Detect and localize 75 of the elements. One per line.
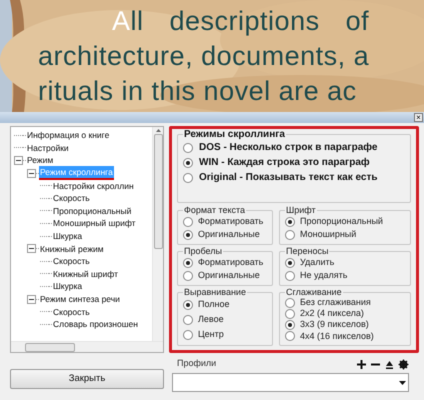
profiles-label: Профили <box>177 357 216 370</box>
radio-button[interactable] <box>285 320 295 330</box>
radio-button[interactable] <box>183 230 193 240</box>
group-title: Шрифт <box>285 205 317 215</box>
option-label: 4x4 (16 пикселов) <box>300 330 374 343</box>
radio-button[interactable] <box>285 258 295 268</box>
group-title: Выравнивание <box>183 287 247 297</box>
radio-button[interactable] <box>183 314 193 324</box>
vertical-scrollbar[interactable] <box>152 127 163 341</box>
option-label: DOS - Несколько строк в параграфе <box>199 141 378 155</box>
tree-item[interactable]: Шкурка <box>52 230 84 242</box>
option-label: Оригинальные <box>198 268 260 282</box>
option-label: Центр <box>198 328 224 341</box>
horizontal-scrollbar[interactable] <box>11 341 163 352</box>
option-label: Форматировать <box>198 256 264 269</box>
radio-button[interactable] <box>285 270 295 280</box>
tree-item[interactable]: Шкурка <box>52 280 84 292</box>
radio-button[interactable] <box>285 230 295 240</box>
radio-button[interactable] <box>183 172 193 182</box>
plus-icon[interactable] <box>356 358 367 370</box>
option-label: Моноширный <box>300 228 356 241</box>
tree-item[interactable]: Скорость <box>52 192 91 204</box>
option-label: WIN - Каждая строка это параграф <box>199 156 370 170</box>
radio-button[interactable] <box>285 298 295 308</box>
dropdown-arrow-icon <box>399 380 406 384</box>
radio-button[interactable] <box>285 216 295 226</box>
tree-item[interactable]: Информация о книге <box>26 129 110 142</box>
scroll-up-icon[interactable] <box>156 129 160 132</box>
book-text-line: rituals in this novel are ac <box>38 75 358 108</box>
collapse-icon[interactable] <box>14 156 23 165</box>
option-label: Удалить <box>300 256 334 269</box>
radio-button[interactable] <box>183 142 193 152</box>
group-title: Пробелы <box>183 246 223 256</box>
radio-button[interactable] <box>285 331 295 342</box>
collapse-icon[interactable] <box>27 168 36 178</box>
option-label: Форматировать <box>198 215 264 228</box>
gear-icon[interactable] <box>398 358 409 370</box>
tree-item[interactable]: Книжный шрифт <box>52 268 119 280</box>
option-label: Пропорциональный <box>300 215 383 228</box>
tree-item[interactable]: Скорость <box>52 255 91 268</box>
option-label: Без сглаживания <box>300 296 371 309</box>
radio-button[interactable] <box>285 308 295 319</box>
tree-item[interactable]: Настройки <box>26 142 70 154</box>
tree-item[interactable]: Пропорциональный <box>52 204 132 217</box>
group-title: Переносы <box>285 246 330 256</box>
radio-button[interactable] <box>183 216 193 226</box>
book-text-line: architecture, documents, a <box>38 40 370 73</box>
close-button[interactable]: Закрыть <box>10 369 164 389</box>
option-label: Оригинальные <box>198 228 260 241</box>
tree-item[interactable]: Настройки скроллин <box>52 180 135 192</box>
collapse-icon[interactable] <box>27 244 36 254</box>
close-icon[interactable]: × <box>414 113 423 122</box>
tree-item[interactable]: Книжный режим <box>39 242 105 255</box>
group-title: Формат текста <box>183 205 246 215</box>
tree-item[interactable]: Режим синтеза речи <box>39 293 121 306</box>
radio-button[interactable] <box>183 270 193 280</box>
tree-item[interactable]: Моноширный шрифт <box>52 217 137 230</box>
option-label: Не удалять <box>300 268 348 282</box>
radio-button[interactable] <box>183 300 193 310</box>
option-label: Левое <box>198 312 224 326</box>
option-label: Полное <box>198 298 230 311</box>
option-label: 2x2 (4 пиксела) <box>300 307 364 320</box>
option-label: Original - Показывать текст как есть <box>199 171 378 185</box>
tree-item[interactable]: Словарь произношен <box>52 318 139 330</box>
option-label: 3x3 (9 пикселов) <box>300 318 369 332</box>
group-title: Сглаживание <box>285 287 343 297</box>
radio-button[interactable] <box>183 330 193 340</box>
eject-icon[interactable] <box>384 358 395 370</box>
tree-item[interactable]: Режим <box>26 154 54 166</box>
tree-item[interactable]: Скорость <box>52 306 91 318</box>
group-title: Режимы скроллинга <box>183 129 286 140</box>
collapse-icon[interactable] <box>27 294 36 304</box>
book-text-line: All descriptions of <box>111 5 370 38</box>
radio-button[interactable] <box>183 258 193 268</box>
radio-button[interactable] <box>183 158 193 168</box>
